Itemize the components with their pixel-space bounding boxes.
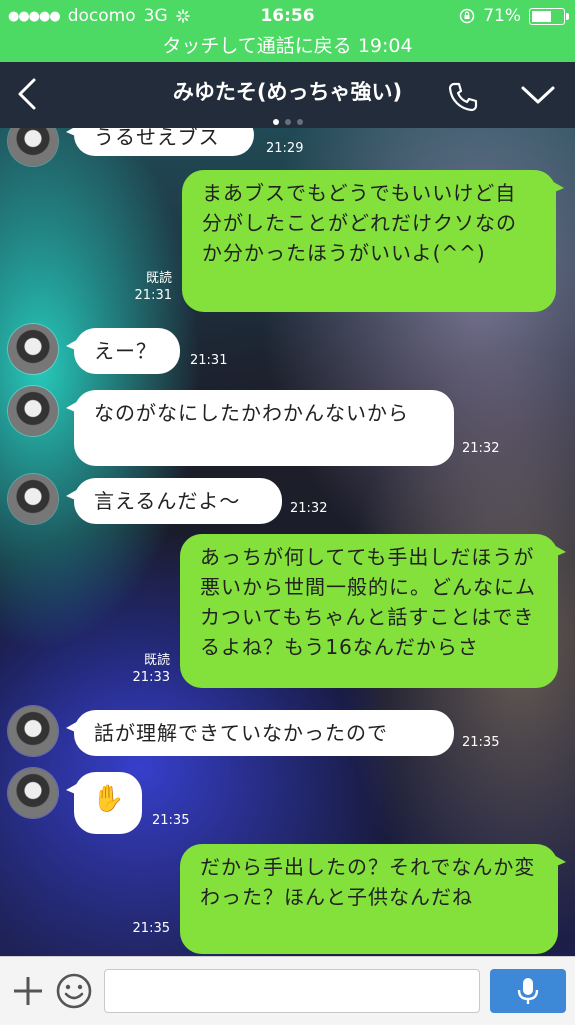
message-time: 21:29 <box>266 141 304 156</box>
chevron-down-icon[interactable] <box>520 82 556 108</box>
message-meta: 21:35 <box>108 920 170 937</box>
avatar[interactable] <box>8 128 58 166</box>
battery-icon <box>529 7 569 25</box>
raised-hand-emoji: ✋ <box>92 784 126 814</box>
avatar[interactable] <box>8 324 58 374</box>
rotation-lock-icon <box>459 8 475 24</box>
return-to-call-banner[interactable]: タッチして通話に戻る 19:04 <box>0 32 575 62</box>
avatar[interactable] <box>8 474 58 524</box>
incoming-message[interactable]: ✋ <box>66 772 142 834</box>
incoming-message[interactable]: なのがなにしたかわかんないから <box>66 390 454 466</box>
incoming-message[interactable]: えー？ <box>66 328 180 374</box>
message-time: 21:32 <box>290 501 328 516</box>
battery-percent: 71% <box>483 6 521 26</box>
incoming-message[interactable]: 話が理解できていなかったので <box>66 710 454 756</box>
message-time: 21:32 <box>462 441 500 456</box>
page-dot <box>296 119 303 125</box>
outgoing-message[interactable]: まあブスでもどうでもいいけど自分がしたことがどれだけクソなのか分かったほうがいい… <box>182 170 564 312</box>
message-time: 21:35 <box>462 735 500 750</box>
chat-title: みゆたそ(めっちゃ強い) <box>172 80 403 104</box>
voice-message-button[interactable] <box>490 969 566 1013</box>
outgoing-message[interactable]: あっちが何してても手出しだほうが悪いから世間一般的に。どんなにムカついてもちゃん… <box>180 534 566 688</box>
status-bar: ●●●●● docomo 3G 16:56 71% <box>0 0 575 32</box>
plus-icon[interactable] <box>8 971 48 1011</box>
page-dot <box>284 119 291 125</box>
page-indicator <box>0 110 575 129</box>
message-input-bar <box>0 956 575 1025</box>
avatar[interactable] <box>8 706 58 756</box>
read-receipt: 既読 <box>145 271 172 286</box>
outgoing-message[interactable]: だから手出したの？それでなんか変わった？ほんと子供なんだね <box>180 844 566 954</box>
message-time: 21:35 <box>152 813 190 828</box>
phone-icon[interactable] <box>446 80 480 114</box>
page-dot <box>272 119 279 125</box>
message-meta: 既読 21:33 <box>108 652 170 686</box>
incoming-message[interactable]: うるせえブス <box>66 128 254 156</box>
message-time: 21:35 <box>132 921 170 936</box>
smiley-icon[interactable] <box>54 971 94 1011</box>
avatar[interactable] <box>8 386 58 436</box>
battery-fill <box>532 10 552 22</box>
message-time: 21:31 <box>190 353 228 368</box>
chat-header: みゆたそ(めっちゃ強い) <box>0 62 575 128</box>
message-time: 21:31 <box>134 288 172 303</box>
message-time: 21:33 <box>132 670 170 685</box>
avatar[interactable] <box>8 768 58 818</box>
read-receipt: 既読 <box>143 653 170 668</box>
microphone-icon <box>517 978 539 1004</box>
message-input[interactable] <box>104 969 480 1013</box>
chat-area[interactable]: うるせえブス 21:29 まあブスでもどうでもいいけど自分がしたことがどれだけク… <box>0 128 575 956</box>
message-meta: 既読 21:31 <box>110 270 172 304</box>
incoming-message[interactable]: 言えるんだよ〜 <box>66 478 282 524</box>
